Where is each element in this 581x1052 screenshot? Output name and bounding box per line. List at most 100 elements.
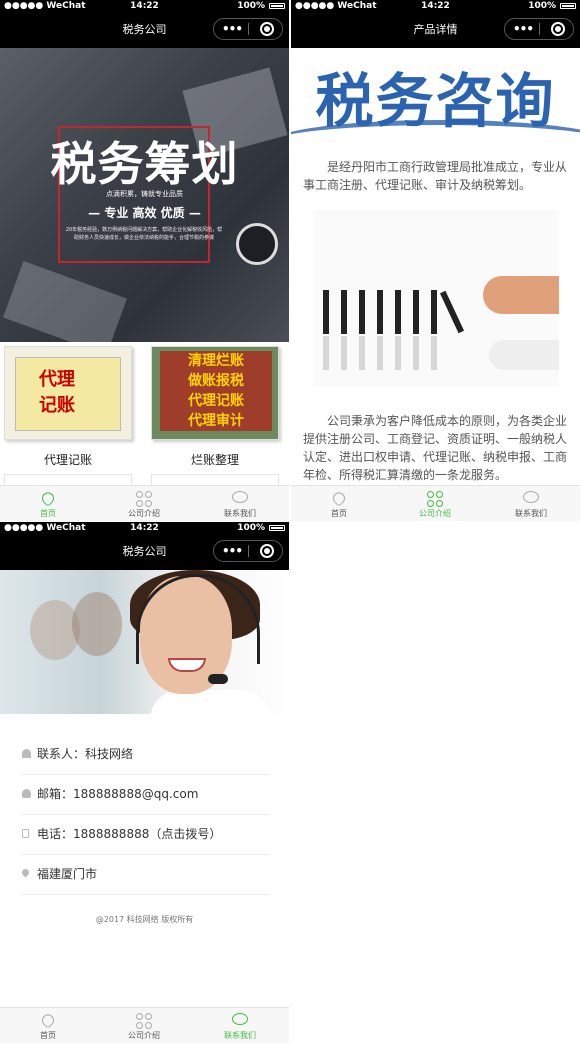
detail-hero-image: 税务咨询	[291, 48, 580, 148]
status-bar: ●●●●● WeChat 14:22 100%	[0, 522, 289, 534]
more-menu-icon[interactable]: •••	[513, 19, 534, 39]
tab-label: 联系我们	[224, 509, 256, 518]
heart-icon	[330, 489, 348, 507]
tab-home[interactable]: 首页	[291, 486, 387, 521]
grid-icon	[427, 491, 443, 507]
domino-illustration	[313, 210, 559, 386]
banner-paper-decoration	[3, 260, 127, 342]
home-screen: ●●●●● WeChat 14:22 100% 税务公司 ••• 税务筹划 点滴…	[0, 0, 289, 521]
domino-reflection	[341, 336, 347, 370]
domino	[341, 290, 347, 334]
domino-reflection	[377, 336, 383, 370]
contact-row-phone[interactable]: 电话：1888888888（点击拨号）	[22, 814, 270, 855]
intro-paragraph: 是经丹阳市工商行政管理局批准成立，专业从事工商注册、代理记账、审计及纳税筹划。	[303, 160, 568, 192]
capsule-divider	[539, 23, 540, 35]
mini-program-capsule: •••	[213, 18, 283, 40]
customer-service-photo	[0, 570, 289, 714]
background-person	[72, 592, 122, 656]
tab-label: 联系我们	[224, 1031, 256, 1040]
tab-contact[interactable]: 联系我们	[192, 486, 288, 521]
tab-label: 公司介绍	[419, 509, 451, 518]
person-icon	[22, 749, 31, 758]
service-card-account-cleanup[interactable]: 清理烂账 做账报税 代理记账 代理审计 烂账整理	[147, 346, 283, 468]
battery-icon	[269, 3, 285, 9]
chat-bubble-icon	[232, 1013, 248, 1029]
banner-body: 20年税务经验，数万例纳税问题解决方案，帮助企业化解税收风险，帮助财务人员快速成…	[65, 227, 223, 241]
microphone-icon	[208, 674, 228, 684]
grid-icon	[136, 491, 152, 507]
tab-contact[interactable]: 联系我们	[192, 1008, 288, 1043]
contact-text: 联系人：科技网络	[37, 747, 134, 761]
contact-text: 邮箱：188888888@qq.com	[37, 787, 199, 801]
mini-program-capsule: •••	[504, 18, 574, 40]
nav-bar: 税务公司 •••	[0, 534, 289, 570]
domino-reflection	[395, 336, 401, 370]
banner-subtitle: 点滴积累，铸就专业品质	[106, 190, 183, 198]
domino	[431, 290, 437, 334]
status-bar: ●●●●● WeChat 14:22 100%	[291, 0, 580, 12]
swoosh-decoration	[291, 120, 580, 148]
close-target-icon[interactable]	[260, 22, 274, 36]
heart-icon	[39, 489, 57, 507]
bell-icon	[22, 789, 31, 798]
tab-company[interactable]: 公司介绍	[96, 486, 192, 521]
service-label: 烂账整理	[190, 453, 239, 467]
service-image-text: 代理 记账	[39, 369, 75, 416]
status-bar: ●●●●● WeChat 14:22 100%	[0, 0, 289, 12]
battery-label: 100%	[528, 1, 556, 11]
pointing-hand-icon	[483, 276, 559, 314]
mini-program-capsule: •••	[213, 540, 283, 562]
more-menu-icon[interactable]: •••	[222, 19, 243, 39]
chat-bubble-icon	[232, 491, 248, 507]
chat-bubble-icon	[523, 491, 539, 507]
banner-tagline: — 专业 高效 优质 —	[88, 206, 201, 220]
capsule-divider	[248, 545, 249, 557]
tab-bar: 首页 公司介绍 联系我们	[291, 485, 580, 521]
battery-label: 100%	[237, 1, 265, 11]
tab-company[interactable]: 公司介绍	[96, 1008, 192, 1043]
close-target-icon[interactable]	[551, 22, 565, 36]
contact-row-person: 联系人：科技网络	[22, 734, 270, 775]
tab-home[interactable]: 首页	[0, 1008, 96, 1043]
domino	[439, 290, 465, 334]
tab-label: 首页	[40, 1031, 56, 1040]
tab-bar: 首页 公司介绍 联系我们	[0, 485, 289, 521]
battery-icon	[560, 3, 576, 9]
domino	[413, 290, 419, 334]
service-image-text: 清理烂账 做账报税 代理记账 代理审计	[160, 351, 272, 431]
home-banner[interactable]: 税务筹划 点滴积累，铸就专业品质 — 专业 高效 优质 — 20年税务经验，数万…	[0, 48, 289, 342]
tab-home[interactable]: 首页	[0, 486, 96, 521]
domino	[377, 290, 383, 334]
nav-bar: 税务公司 •••	[0, 12, 289, 48]
contact-text: 福建厦门市	[37, 867, 98, 881]
domino-reflection	[413, 336, 419, 370]
service-card-partial[interactable]	[4, 474, 132, 485]
tab-company[interactable]: 公司介绍	[387, 486, 483, 521]
more-menu-icon[interactable]: •••	[222, 541, 243, 561]
detail-screen: ●●●●● WeChat 14:22 100% 产品详情 ••• 税务咨询 是经…	[291, 0, 580, 521]
collar-shape	[150, 690, 270, 714]
service-label: 代理记账	[43, 453, 92, 467]
close-target-icon[interactable]	[260, 544, 274, 558]
tab-contact[interactable]: 联系我们	[483, 486, 579, 521]
tab-label: 公司介绍	[128, 509, 160, 518]
service-card-partial[interactable]	[151, 474, 279, 485]
phone-icon	[22, 829, 29, 838]
contact-row-email[interactable]: 邮箱：188888888@qq.com	[22, 774, 270, 815]
banner-title: 税务筹划	[50, 137, 239, 191]
nav-bar: 产品详情 •••	[291, 12, 580, 48]
contact-row-address: 福建厦门市	[20, 854, 270, 895]
copyright: @2017 科技网络 版权所有	[95, 915, 194, 924]
tab-bar: 首页 公司介绍 联系我们	[0, 1007, 289, 1043]
service-image: 代理 记账	[4, 346, 132, 440]
body-paragraph: 公司秉承为客户降低成本的原则，为各类企业提供注册公司、工商登记、资质证明、一般纳…	[303, 414, 568, 482]
domino	[395, 290, 401, 334]
location-pin-icon	[20, 867, 31, 878]
tab-label: 联系我们	[515, 509, 547, 518]
tab-label: 首页	[40, 509, 56, 518]
contact-text: 电话：1888888888（点击拨号）	[37, 827, 222, 841]
battery-label: 100%	[237, 523, 265, 533]
domino-reflection	[359, 336, 365, 370]
service-card-bookkeeping[interactable]: 代理 记账 代理记账	[0, 346, 136, 468]
coffee-cup-icon	[236, 223, 278, 265]
